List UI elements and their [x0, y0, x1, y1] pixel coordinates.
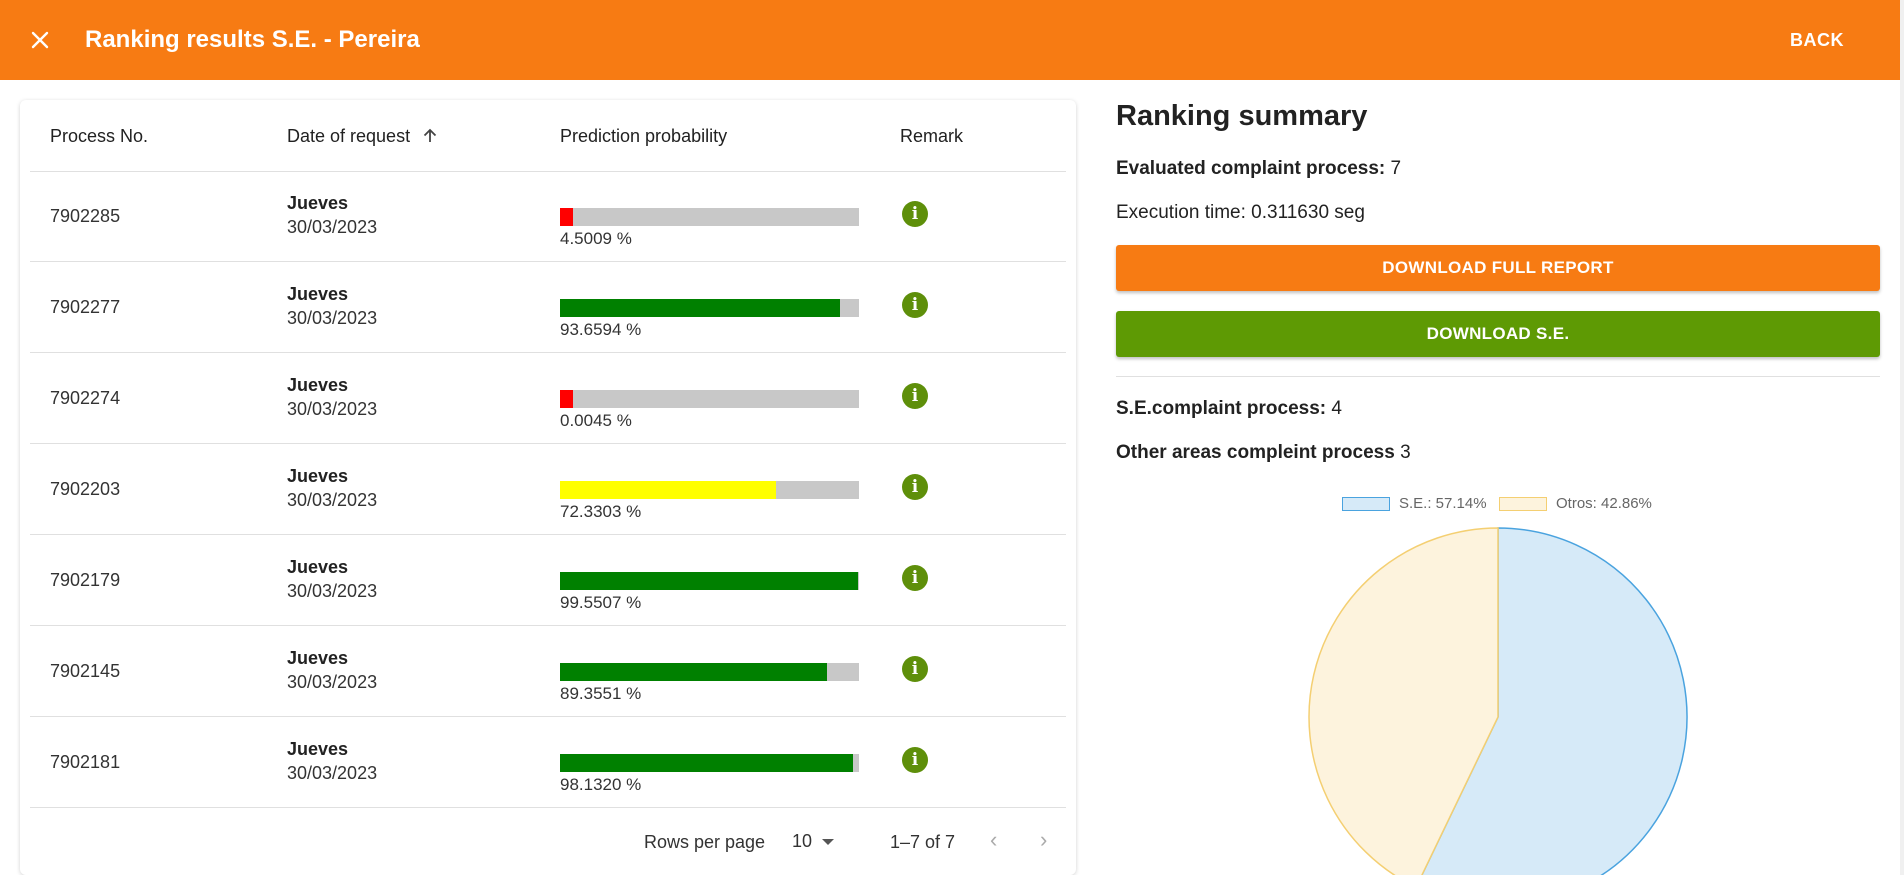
probability-bar-fill: [560, 754, 854, 772]
se-complaint-count: S.E.complaint process: 4: [1116, 398, 1342, 420]
column-header-date[interactable]: Date of request: [287, 126, 439, 147]
column-header-probability[interactable]: Prediction probability: [560, 126, 727, 147]
legend-swatch-se[interactable]: [1342, 497, 1390, 511]
probability-bar-fill: [560, 299, 841, 317]
probability-bar-fill: [560, 481, 777, 499]
probability-bar-fill: [560, 572, 858, 590]
legend-label-se: S.E.: 57.14%: [1399, 495, 1487, 512]
table-row: 7902285 Jueves 30/03/2023 4.5009 % i: [30, 171, 1066, 262]
process-number: 7902179: [50, 570, 121, 590]
download-full-report-button[interactable]: DOWNLOAD FULL REPORT: [1116, 245, 1880, 291]
table-pagination: Rows per page 10 1–7 of 7 ‹ ›: [30, 815, 1066, 870]
request-date: 30/03/2023: [287, 399, 378, 419]
probability-percent: 93.6594 %: [560, 320, 642, 339]
rows-per-page-select[interactable]: 10: [792, 831, 835, 852]
info-icon[interactable]: i: [902, 747, 928, 773]
legend-label-otros: Otros: 42.86%: [1556, 495, 1652, 512]
table-row: 7902179 Jueves 30/03/2023 99.5507 % i: [30, 535, 1066, 626]
process-number: 7902145: [50, 661, 121, 681]
request-date: 30/03/2023: [287, 672, 378, 692]
probability-bar: [560, 208, 859, 226]
probability-bar: [560, 754, 859, 772]
table-row: 7902181 Jueves 30/03/2023 98.1320 % i: [30, 717, 1066, 808]
request-day: Jueves: [287, 284, 349, 304]
results-table-card: Process No. Date of request Prediction p…: [20, 100, 1076, 875]
table-row: 7902274 Jueves 30/03/2023 0.0045 % i: [30, 353, 1066, 444]
table-row: 7902277 Jueves 30/03/2023 93.6594 % i: [30, 262, 1066, 353]
request-day: Jueves: [287, 739, 349, 759]
request-day: Jueves: [287, 557, 349, 577]
request-day: Jueves: [287, 648, 349, 668]
process-number: 7902285: [50, 206, 121, 226]
se-complaint-value: 4: [1331, 398, 1342, 419]
close-icon[interactable]: [28, 28, 52, 52]
table-row: 7902145 Jueves 30/03/2023 89.3551 % i: [30, 626, 1066, 717]
column-header-remark: Remark: [900, 126, 964, 146]
probability-percent: 4.5009 %: [560, 229, 632, 248]
evaluated-count: Evaluated complaint process: 7: [1116, 158, 1401, 180]
probability-bar: [560, 663, 859, 681]
evaluated-value: 7: [1390, 158, 1402, 179]
request-day: Jueves: [287, 375, 349, 395]
info-icon[interactable]: i: [902, 565, 928, 591]
info-icon[interactable]: i: [902, 656, 928, 682]
probability-bar: [560, 299, 859, 317]
column-header-process[interactable]: Process No.: [50, 126, 148, 147]
request-date: 30/03/2023: [287, 308, 378, 328]
info-icon[interactable]: i: [902, 474, 928, 500]
legend-swatch-otros[interactable]: [1499, 497, 1547, 511]
execution-time: Execution time: 0.311630 seg: [1116, 202, 1365, 223]
probability-bar-fill: [560, 390, 573, 408]
info-icon[interactable]: i: [902, 292, 928, 318]
probability-bar: [560, 572, 859, 590]
rows-per-page-label: Rows per page: [644, 832, 766, 852]
probability-bar-fill: [560, 663, 828, 681]
table-row: 7902203 Jueves 30/03/2023 72.3303 % i: [30, 444, 1066, 535]
other-areas-count: Other areas compleint process 3: [1116, 442, 1411, 464]
dropdown-caret-icon: [822, 839, 835, 846]
probability-bar-fill: [560, 208, 574, 226]
request-date: 30/03/2023: [287, 581, 378, 601]
info-icon[interactable]: i: [902, 201, 928, 227]
probability-percent: 98.1320 %: [560, 775, 642, 794]
previous-page-icon[interactable]: ‹: [990, 827, 997, 853]
arrow-up-icon: [423, 128, 437, 142]
probability-percent: 99.5507 %: [560, 593, 642, 612]
divider: [1116, 376, 1880, 377]
summary-title: Ranking summary: [1116, 100, 1368, 132]
page-title: Ranking results S.E. - Pereira: [85, 26, 420, 53]
probability-bar: [560, 481, 859, 499]
process-number: 7902274: [50, 388, 121, 408]
scrollbar[interactable]: [1900, 0, 1904, 875]
request-day: Jueves: [287, 466, 349, 486]
other-areas-value: 3: [1400, 442, 1411, 463]
back-button[interactable]: BACK: [1790, 30, 1844, 51]
download-se-button[interactable]: DOWNLOAD S.E.: [1116, 311, 1880, 357]
rows-per-page-value: 10: [792, 831, 813, 851]
next-page-icon[interactable]: ›: [1040, 827, 1047, 853]
pie-chart: [1308, 527, 1688, 875]
other-areas-label: Other areas compleint process: [1116, 442, 1395, 463]
se-complaint-label: S.E.complaint process:: [1116, 398, 1327, 419]
probability-bar: [560, 390, 859, 408]
info-icon[interactable]: i: [902, 383, 928, 409]
request-date: 30/03/2023: [287, 217, 378, 237]
process-number: 7902277: [50, 297, 121, 317]
app-header: Ranking results S.E. - Pereira BACK: [0, 0, 1904, 80]
request-date: 30/03/2023: [287, 763, 378, 783]
request-day: Jueves: [287, 193, 349, 213]
probability-percent: 89.3551 %: [560, 684, 642, 703]
table-header: Process No. Date of request Prediction p…: [30, 100, 1066, 172]
probability-percent: 72.3303 %: [560, 502, 642, 521]
process-number: 7902203: [50, 479, 121, 499]
column-header-date-label: Date of request: [287, 126, 411, 146]
probability-percent: 0.0045 %: [560, 411, 632, 430]
request-date: 30/03/2023: [287, 490, 378, 510]
evaluated-label: Evaluated complaint process:: [1116, 158, 1386, 179]
pagination-range: 1–7 of 7: [890, 832, 956, 852]
process-number: 7902181: [50, 752, 121, 772]
